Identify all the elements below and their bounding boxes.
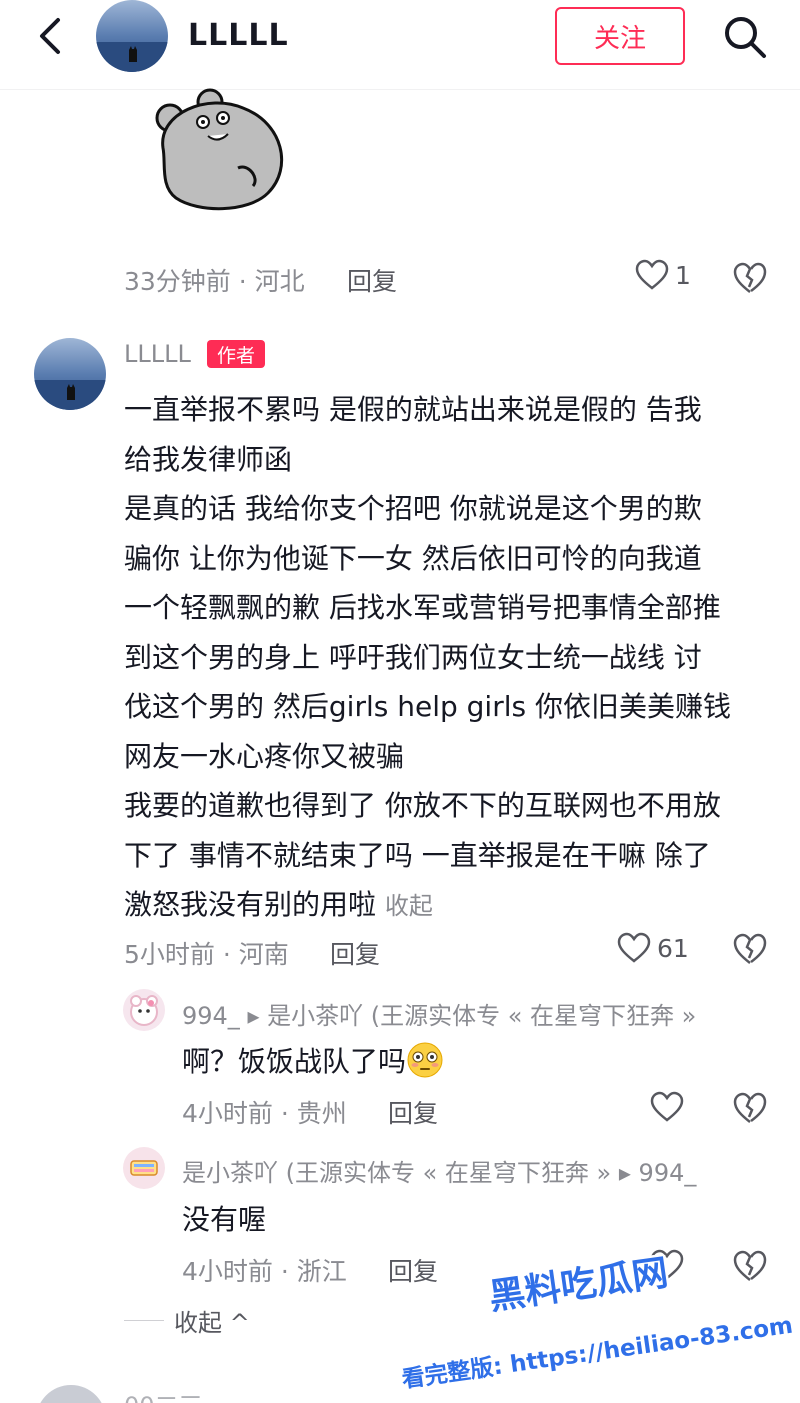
comment-line: 一个轻飘飘的歉 后找水军或营销号把事情全部推 bbox=[124, 591, 721, 624]
heart-icon bbox=[617, 932, 651, 963]
collapse-replies-button[interactable]: 收起 ^ bbox=[124, 1303, 250, 1338]
comment-line: 是真的话 我给你支个招吧 你就说是这个男的欺 bbox=[124, 492, 702, 525]
divider-line bbox=[124, 1320, 164, 1321]
reply-meta: 4小时前 · 浙江 bbox=[182, 1257, 347, 1286]
watermark-subtitle: 看完整版: https://heiliao-83.com bbox=[400, 1312, 794, 1394]
collapse-label: 收起 ^ bbox=[174, 1309, 250, 1337]
author-badge: 作者 bbox=[207, 340, 265, 368]
header-avatar[interactable] bbox=[96, 0, 168, 72]
reply-text: 没有喔 bbox=[182, 1203, 267, 1236]
dislike-icon[interactable] bbox=[733, 261, 767, 295]
watermark-title: 黑料吃瓜网 bbox=[487, 1255, 671, 1318]
prev-reply-button[interactable]: 回复 bbox=[347, 262, 397, 298]
collapse-text-button[interactable]: 收起 bbox=[385, 892, 433, 920]
reply-text-row: 啊？饭饭战队了吗 bbox=[182, 1040, 444, 1080]
prev-like-count: 1 bbox=[675, 260, 691, 290]
prev-comment-meta: 33分钟前 · 河北 bbox=[124, 267, 305, 296]
reply-meta: 4小时前 · 贵州 bbox=[182, 1099, 347, 1128]
watermark-overlay: 黑料吃瓜网 看完整版: https://heiliao-83.com bbox=[398, 1255, 797, 1396]
top-bar: LLLLL 关注 bbox=[0, 0, 800, 90]
heart-icon[interactable] bbox=[650, 1091, 684, 1123]
comment-line: 我要的道歉也得到了 你放不下的互联网也不用放 bbox=[124, 789, 721, 822]
reply-text: 啊？饭饭战队了吗 bbox=[182, 1045, 407, 1078]
dislike-icon[interactable] bbox=[733, 932, 767, 966]
like-count: 61 bbox=[657, 933, 689, 963]
comment-avatar[interactable] bbox=[34, 338, 106, 410]
comment-meta: 5小时前 · 河南 bbox=[124, 940, 289, 969]
heart-icon bbox=[635, 259, 669, 290]
comment-line: 伐这个男的 然后girls help girls 你依旧美美赚钱 bbox=[124, 690, 731, 723]
prev-like-button[interactable]: 1 bbox=[635, 259, 691, 291]
comment-line: 网友一水心疼你又被骗 bbox=[124, 739, 405, 773]
comment-line: 骗你 让你为他诞下一女 然后依旧可怜的向我道 bbox=[124, 541, 702, 575]
back-arrow-icon[interactable] bbox=[30, 14, 74, 58]
reply-avatar[interactable] bbox=[123, 989, 165, 1031]
reply-reply-button[interactable]: 回复 bbox=[388, 1094, 438, 1130]
like-button[interactable]: 61 bbox=[617, 932, 689, 964]
comment-text: 一直举报不累吗 是假的就站出来说是假的 告我 给我发律师函 是真的话 我给你支个… bbox=[124, 385, 774, 932]
reply-user-line[interactable]: 994_ ▸ 是小茶吖 (王源实体专 « 在星穹下狂奔 » bbox=[182, 996, 696, 1031]
bear-sticker-image bbox=[155, 88, 284, 211]
reply-button[interactable]: 回复 bbox=[330, 935, 380, 971]
dislike-icon[interactable] bbox=[733, 1091, 767, 1125]
comment-last-line: 激怒我没有别的用啦 收起 bbox=[124, 880, 774, 932]
reply-user-line[interactable]: 是小茶吖 (王源实体专 « 在星穹下狂奔 » ▸ 994_ bbox=[182, 1153, 696, 1188]
flushed-face-emoji-icon bbox=[407, 1042, 443, 1078]
reply-avatar[interactable] bbox=[123, 1147, 165, 1189]
comment-line: 激怒我没有别的用啦 bbox=[124, 888, 377, 921]
comment-line: 到这个男的身上 呼吁我们两位女士统一战线 讨 bbox=[124, 640, 702, 674]
comment-line: 给我发律师函 bbox=[124, 442, 293, 476]
next-comment-avatar[interactable] bbox=[36, 1385, 106, 1403]
next-comment-username[interactable]: 00二三 bbox=[124, 1386, 203, 1403]
comment-line: 一直举报不累吗 是假的就站出来说是假的 告我 bbox=[124, 393, 702, 426]
follow-button[interactable]: 关注 bbox=[555, 7, 685, 65]
search-icon[interactable] bbox=[720, 12, 770, 62]
comment-line: 下了 事情不就结束了吗 一直举报是在干嘛 除了 bbox=[124, 838, 711, 872]
header-username[interactable]: LLLLL bbox=[188, 18, 289, 53]
comment-username[interactable]: LLLLL bbox=[124, 340, 191, 368]
